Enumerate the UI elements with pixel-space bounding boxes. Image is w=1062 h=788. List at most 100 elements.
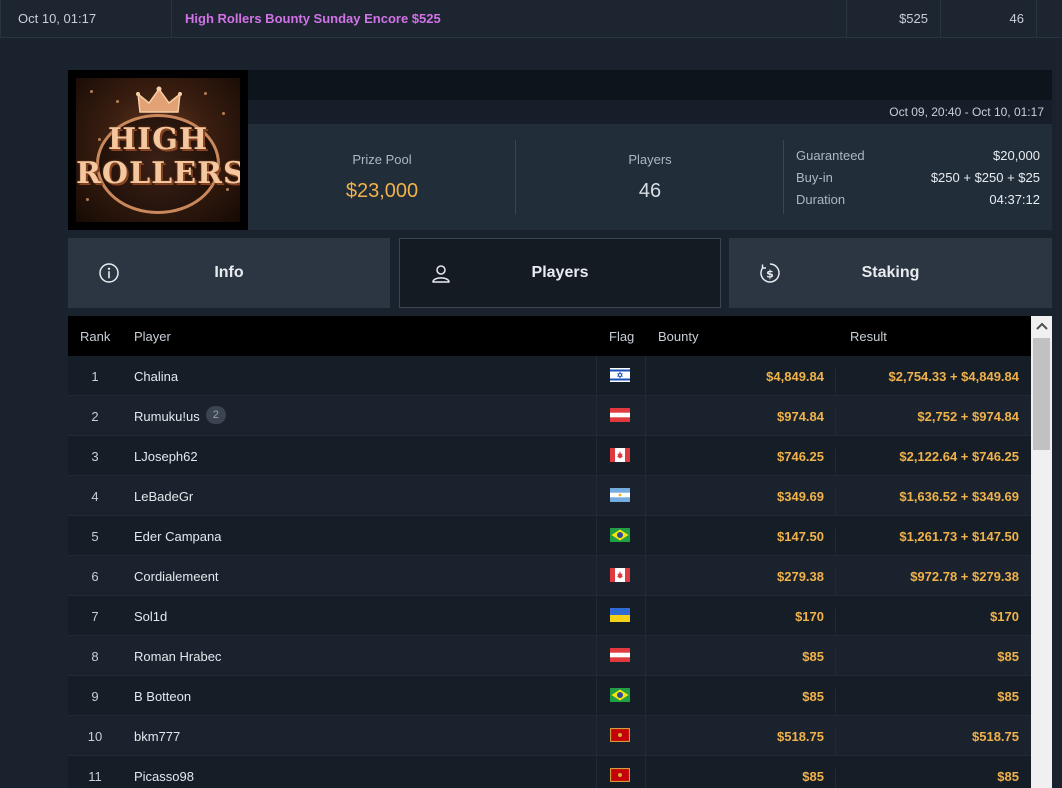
player-name[interactable]: Picasso98 (134, 769, 194, 784)
player-cell[interactable]: Sol1d (134, 609, 167, 624)
table-row[interactable]: 3 LJoseph62 $746.25 $2,122.64 + $746.25 (68, 436, 1031, 476)
buyin-label: Buy-in (796, 170, 833, 185)
player-cell[interactable]: Cordialemeent (134, 569, 219, 584)
header-bounty[interactable]: Bounty (658, 329, 698, 344)
player-cell[interactable]: bkm777 (134, 729, 180, 744)
flag-cell (596, 596, 646, 635)
bounty-cell: $349.69 (646, 489, 836, 515)
buyin-row: Buy-in $250 + $250 + $25 (796, 170, 1040, 185)
high-rollers-logo: HIGH ROLLERS (76, 78, 240, 222)
date-range: Oct 09, 20:40 - Oct 10, 01:17 (248, 100, 1052, 124)
player-cell[interactable]: LeBadeGr (134, 489, 193, 504)
info-icon (99, 263, 119, 283)
player-name[interactable]: Chalina (134, 369, 178, 384)
result-cell: $85 (997, 769, 1019, 784)
header-title-bar (248, 70, 1052, 100)
result-cell: $972.78 + $279.38 (910, 569, 1019, 584)
bounty-cell: $4,849.84 (646, 369, 836, 395)
player-cell[interactable]: Rumuku!us 2 (134, 406, 226, 424)
table-row[interactable]: 4 LeBadeGr $349.69 $1,636.52 + $349.69 (68, 476, 1031, 516)
player-cell[interactable]: Chalina (134, 369, 178, 384)
logo-text-rollers: ROLLERS (76, 156, 240, 191)
player-name[interactable]: Rumuku!us (134, 409, 200, 424)
result-cell: $2,752 + $974.84 (917, 409, 1019, 424)
result-cell: $518.75 (972, 729, 1019, 744)
rank-cell: 6 (91, 569, 99, 584)
tab-staking[interactable]: $ Staking (729, 238, 1052, 308)
result-cell: $85 (997, 649, 1019, 664)
svg-text:$: $ (766, 268, 774, 281)
bounty-cell: $279.38 (646, 569, 836, 595)
result-cell: $1,261.73 + $147.50 (899, 529, 1019, 544)
player-cell[interactable]: Eder Campana (134, 529, 221, 544)
header-rank[interactable]: Rank (80, 329, 110, 344)
table-row[interactable]: 8 Roman Hrabec $85 $85 (68, 636, 1031, 676)
bounty-cell: $170 (646, 609, 836, 635)
rank-cell: 5 (91, 529, 99, 544)
rank-cell: 9 (91, 689, 99, 704)
table-row[interactable]: 11 Picasso98 $85 $85 (68, 756, 1031, 788)
table-row[interactable]: 5 Eder Campana $147.50 $1,261.73 + $147.50 (68, 516, 1031, 556)
flag-cell (596, 436, 646, 475)
table-row[interactable]: 7 Sol1d $170 $170 (68, 596, 1031, 636)
table-row[interactable]: 10 bkm777 $518.75 $518.75 (68, 716, 1031, 756)
player-cell[interactable]: Roman Hrabec (134, 649, 221, 664)
crown-icon (136, 86, 182, 113)
duration-value: 04:37:12 (989, 192, 1040, 207)
tab-players-label: Players (531, 264, 589, 281)
player-name[interactable]: Roman Hrabec (134, 649, 221, 664)
flag-cell (596, 556, 646, 595)
result-cell: $2,122.64 + $746.25 (899, 449, 1019, 464)
players-label: Players (628, 152, 672, 167)
guaranteed-label: Guaranteed (796, 148, 865, 163)
logo-frame: HIGH ROLLERS (68, 70, 248, 230)
logo-text-high: HIGH (107, 122, 209, 157)
table-row[interactable]: 6 Cordialemeent $279.38 $972.78 + $279.38 (68, 556, 1031, 596)
table-row[interactable]: 9 B Botteon $85 $85 (68, 676, 1031, 716)
prize-pool-value: $23,000 (345, 180, 419, 202)
player-name[interactable]: LJoseph62 (134, 449, 198, 464)
player-cell[interactable]: LJoseph62 (134, 449, 198, 464)
player-name[interactable]: bkm777 (134, 729, 180, 744)
duration-label: Duration (796, 192, 846, 207)
flag-cell (596, 516, 646, 555)
rank-cell: 8 (91, 649, 99, 664)
player-name[interactable]: B Botteon (134, 689, 191, 704)
tab-staking-label: Staking (861, 264, 920, 281)
player-cell[interactable]: B Botteon (134, 689, 191, 704)
table-row[interactable]: 1 Chalina $4,849.84 $2,754.33 + $4,849.84 (68, 356, 1031, 396)
bounty-cell: $85 (646, 689, 836, 715)
scrollbar-thumb[interactable] (1033, 338, 1050, 450)
tournament-list-row[interactable]: Oct 10, 01:17 High Rollers Bounty Sunday… (0, 0, 1062, 38)
divider (783, 140, 784, 214)
tab-players[interactable]: Players (399, 238, 721, 308)
tournament-header: HIGH ROLLERS Oct 09, 20:40 - Oct 10, 01:… (68, 70, 1052, 230)
player-name[interactable]: LeBadeGr (134, 489, 193, 504)
header-player[interactable]: Player (134, 329, 171, 344)
flag-cell (596, 756, 646, 788)
tournament-name-link[interactable]: High Rollers Bounty Sunday Encore $525 (172, 0, 847, 38)
tab-info[interactable]: Info (68, 238, 390, 308)
prize-pool-label: Prize Pool (352, 152, 412, 167)
bounty-cell: $85 (646, 769, 836, 788)
player-name[interactable]: Eder Campana (134, 529, 221, 544)
flag-cell (596, 396, 646, 435)
player-cell[interactable]: Picasso98 (134, 769, 194, 784)
result-cell: $170 (990, 609, 1019, 624)
players-table: Rank Player Flag Bounty Result 1 Chalina $… (68, 316, 1052, 788)
flag-cell (596, 676, 646, 715)
bounty-cell: $746.25 (646, 449, 836, 475)
rank-cell: 7 (91, 609, 99, 624)
bounty-cell: $147.50 (646, 529, 836, 555)
header-result[interactable]: Result (850, 329, 887, 344)
table-row[interactable]: 2 Rumuku!us 2 $974.84 $2,752 + $974.84 (68, 396, 1031, 436)
scrollbar[interactable] (1031, 316, 1052, 788)
players-stat: Players 46 (516, 124, 784, 230)
header-flag[interactable]: Flag (609, 329, 634, 344)
scroll-up-button[interactable] (1031, 316, 1052, 336)
player-name[interactable]: Sol1d (134, 609, 167, 624)
flag-cell (596, 356, 646, 395)
tournament-date: Oct 10, 01:17 (0, 0, 172, 38)
stats-panel: Prize Pool $23,000 Players 46 Guaranteed… (248, 124, 1052, 230)
player-name[interactable]: Cordialemeent (134, 569, 219, 584)
